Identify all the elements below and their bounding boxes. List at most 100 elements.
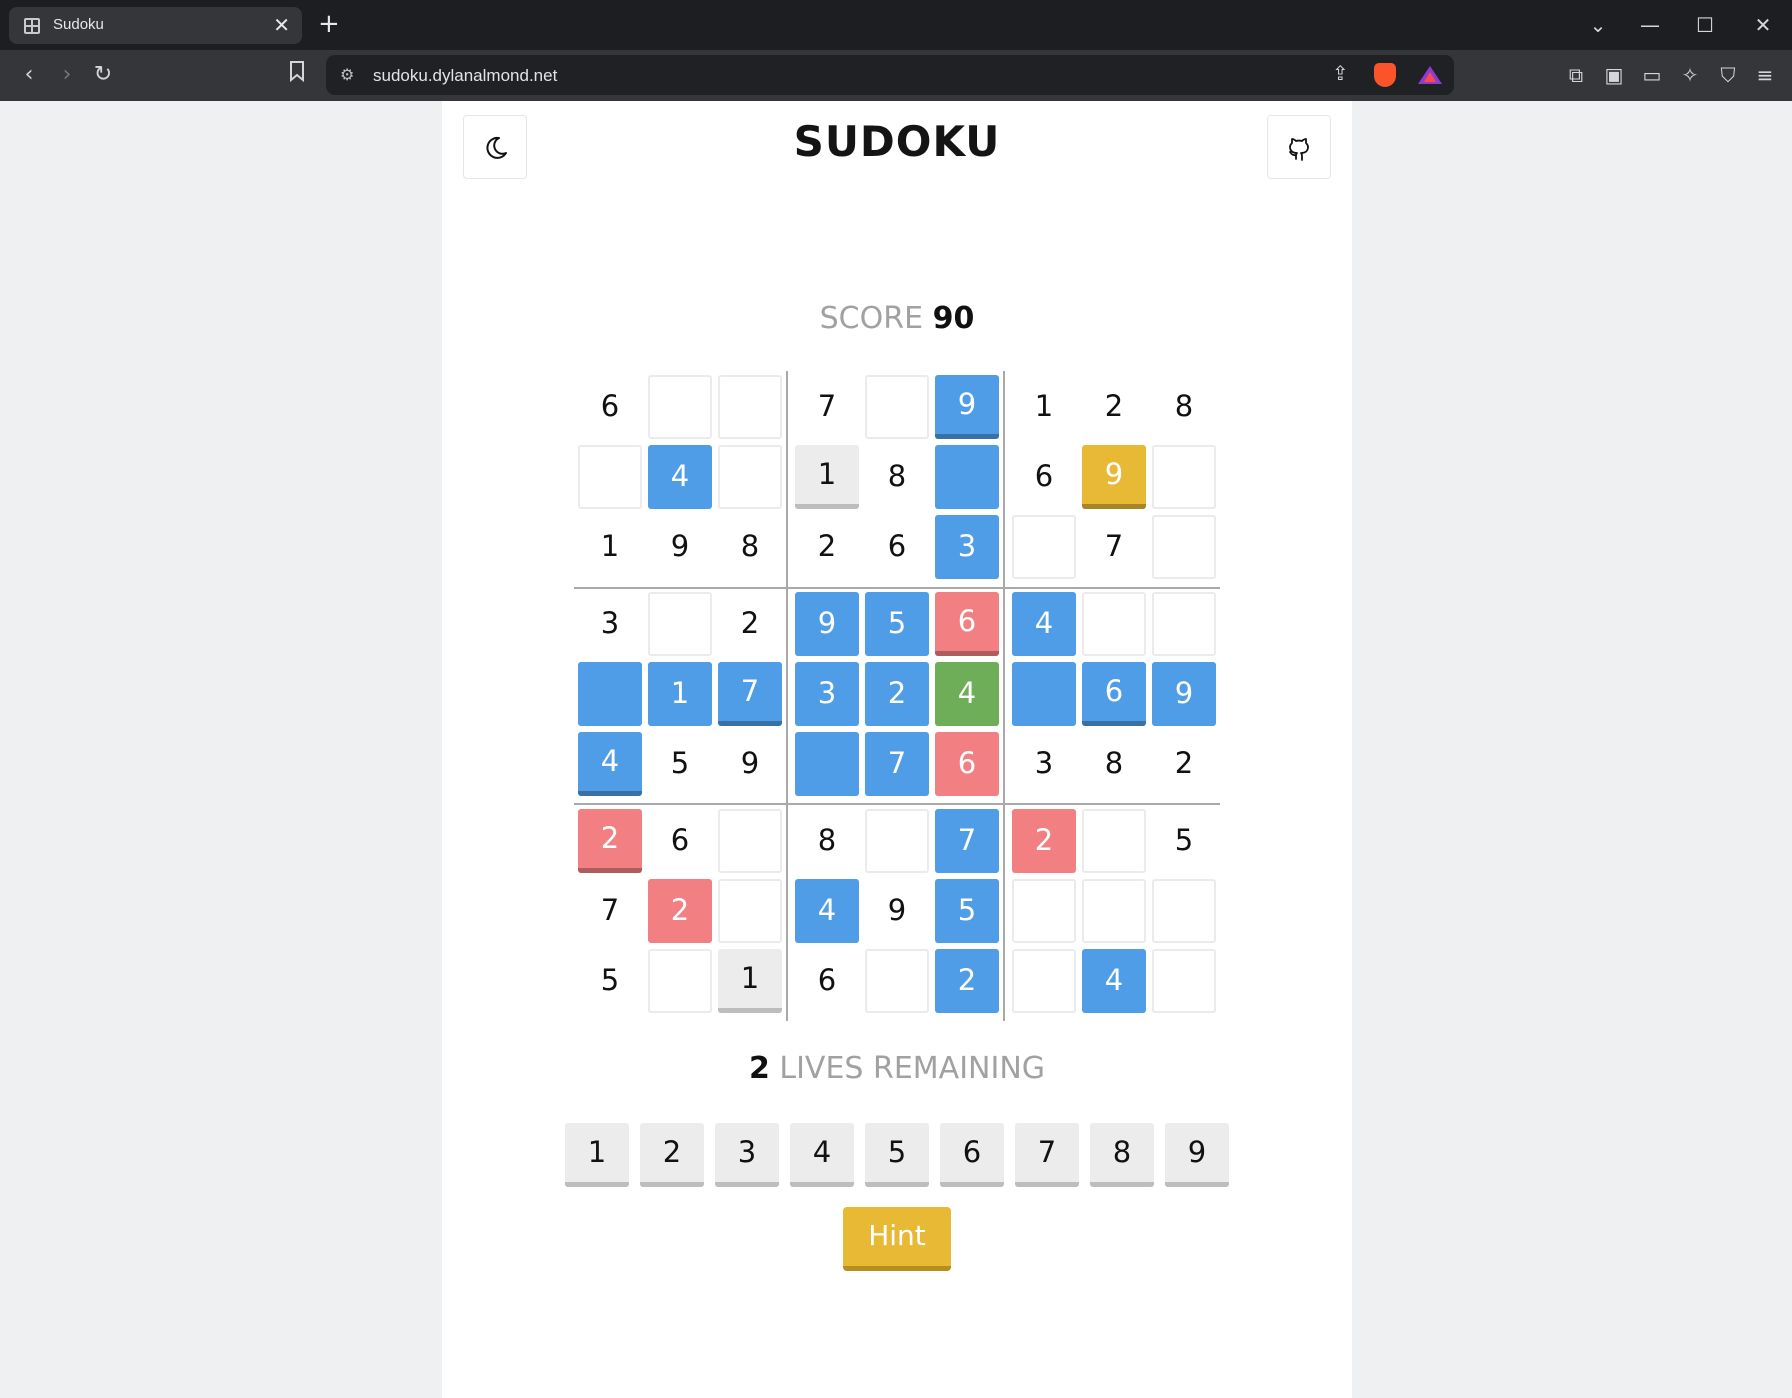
board-cell[interactable] [648,375,712,439]
number-button-2[interactable]: 2 [640,1123,704,1187]
board-cell[interactable]: 4 [1082,949,1146,1013]
board-cell[interactable]: 5 [578,949,642,1013]
board-cell[interactable]: 8 [1152,375,1216,439]
board-cell[interactable]: 1 [578,515,642,579]
url-text[interactable]: sudoku.dylanalmond.net [373,66,557,86]
board-cell[interactable]: 9 [1152,662,1216,726]
number-button-5[interactable]: 5 [865,1123,929,1187]
extensions-icon[interactable]: ⧉ [1561,60,1591,90]
board-cell[interactable] [1152,445,1216,509]
board-cell[interactable]: 9 [795,592,859,656]
close-window-icon[interactable]: ✕ [1748,10,1778,40]
board-cell[interactable] [648,592,712,656]
address-bar[interactable]: ⚙ sudoku.dylanalmond.net ⇪ [326,55,1454,95]
board-cell[interactable]: 1 [1012,375,1076,439]
board-cell[interactable]: 6 [865,515,929,579]
board-cell[interactable]: 6 [1012,445,1076,509]
board-cell[interactable] [1082,809,1146,873]
board-cell[interactable] [718,375,782,439]
board-cell[interactable]: 2 [1152,732,1216,796]
leo-ai-icon[interactable]: ✧ [1675,60,1705,90]
board-cell[interactable] [1152,592,1216,656]
board-cell[interactable] [1012,949,1076,1013]
board-cell[interactable] [578,662,642,726]
board-cell[interactable] [795,732,859,796]
board-cell[interactable]: 2 [578,809,642,873]
board-cell[interactable] [865,375,929,439]
board-cell[interactable]: 3 [1012,732,1076,796]
board-cell[interactable]: 7 [578,879,642,943]
board-cell[interactable]: 7 [795,375,859,439]
board-cell[interactable] [1152,879,1216,943]
board-cell[interactable]: 3 [578,592,642,656]
board-cell[interactable]: 6 [935,732,999,796]
board-cell[interactable]: 2 [795,515,859,579]
board-cell[interactable] [935,445,999,509]
board-cell[interactable] [648,949,712,1013]
number-button-1[interactable]: 1 [565,1123,629,1187]
board-cell[interactable]: 4 [578,732,642,796]
board-cell[interactable] [718,445,782,509]
board-cell[interactable]: 9 [1082,445,1146,509]
board-cell[interactable]: 3 [935,515,999,579]
brave-rewards-icon[interactable] [1418,66,1442,84]
board-cell[interactable]: 5 [935,879,999,943]
board-cell[interactable]: 7 [1082,515,1146,579]
board-cell[interactable]: 7 [865,732,929,796]
board-cell[interactable] [865,949,929,1013]
hint-button[interactable]: Hint [843,1207,951,1271]
browser-tab[interactable]: Sudoku ✕ [9,7,302,44]
number-button-6[interactable]: 6 [940,1123,1004,1187]
board-cell[interactable]: 2 [648,879,712,943]
board-cell[interactable]: 7 [718,662,782,726]
share-icon[interactable]: ⇪ [1332,61,1349,85]
board-cell[interactable]: 1 [648,662,712,726]
board-cell[interactable]: 6 [935,592,999,656]
board-cell[interactable]: 4 [648,445,712,509]
board-cell[interactable]: 8 [1082,732,1146,796]
brave-shields-icon[interactable] [1374,63,1396,87]
board-cell[interactable] [1012,662,1076,726]
board-cell[interactable]: 2 [1082,375,1146,439]
board-cell[interactable]: 4 [795,879,859,943]
board-cell[interactable]: 6 [578,375,642,439]
board-cell[interactable] [578,445,642,509]
board-cell[interactable] [1152,949,1216,1013]
number-button-7[interactable]: 7 [1015,1123,1079,1187]
close-tab-icon[interactable]: ✕ [273,13,290,37]
board-cell[interactable]: 1 [718,949,782,1013]
board-cell[interactable]: 8 [718,515,782,579]
board-cell[interactable] [1082,592,1146,656]
site-settings-icon[interactable]: ⚙ [340,64,362,86]
number-button-4[interactable]: 4 [790,1123,854,1187]
forward-icon[interactable]: › [52,60,82,90]
board-cell[interactable]: 1 [795,445,859,509]
board-cell[interactable]: 5 [1152,809,1216,873]
board-cell[interactable]: 5 [648,732,712,796]
board-cell[interactable] [1012,879,1076,943]
board-cell[interactable]: 5 [865,592,929,656]
number-button-9[interactable]: 9 [1165,1123,1229,1187]
sidebar-icon[interactable]: ▣ [1599,60,1629,90]
board-cell[interactable]: 9 [718,732,782,796]
board-cell[interactable]: 4 [1012,592,1076,656]
board-cell[interactable]: 8 [795,809,859,873]
new-tab-button[interactable]: + [318,9,340,39]
board-cell[interactable]: 6 [648,809,712,873]
board-cell[interactable]: 3 [795,662,859,726]
board-cell[interactable]: 8 [865,445,929,509]
maximize-icon[interactable]: ☐ [1690,10,1720,40]
board-cell[interactable] [1012,515,1076,579]
wallet-icon[interactable]: ▭ [1637,60,1667,90]
board-cell[interactable]: 2 [935,949,999,1013]
bookmark-icon[interactable] [282,60,312,90]
board-cell[interactable]: 9 [648,515,712,579]
reload-icon[interactable]: ↻ [88,60,118,90]
menu-icon[interactable]: ≡ [1750,60,1780,90]
vpn-icon[interactable]: ⛉ [1713,60,1743,90]
number-button-8[interactable]: 8 [1090,1123,1154,1187]
number-button-3[interactable]: 3 [715,1123,779,1187]
github-link-button[interactable] [1267,115,1331,179]
board-cell[interactable] [865,809,929,873]
tab-search-chevron-icon[interactable]: ⌄ [1583,10,1613,40]
